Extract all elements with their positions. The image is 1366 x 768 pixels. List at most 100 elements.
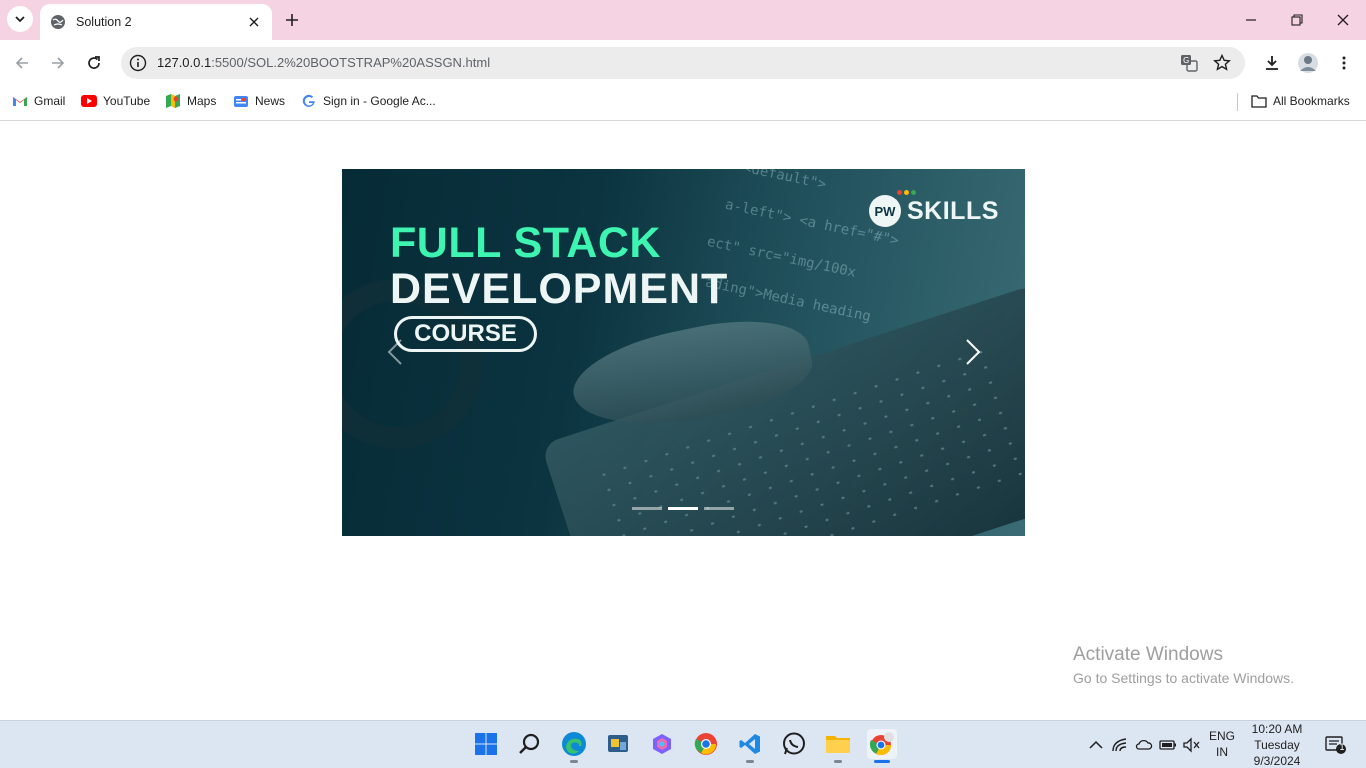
minimize-button[interactable] xyxy=(1241,10,1261,30)
close-icon xyxy=(1337,14,1349,26)
url-path: :5500/SOL.2%20BOOTSTRAP%20ASSGN.html xyxy=(211,55,491,70)
new-tab-button[interactable] xyxy=(282,10,302,30)
vscode-icon xyxy=(739,734,760,754)
url-host: 127.0.0.1 xyxy=(157,55,212,70)
download-icon xyxy=(1266,56,1278,70)
headline-line-1: FULL STACK xyxy=(390,219,661,267)
browser-toolbar: 127.0.0.1:5500/SOL.2%20BOOTSTRAP%20ASSGN… xyxy=(0,40,1366,85)
carousel-indicator-3[interactable] xyxy=(704,507,734,510)
tray-volume[interactable] xyxy=(1182,736,1200,754)
plus-icon xyxy=(286,14,298,26)
file-manager-icon xyxy=(608,735,628,752)
bookmark-label: News xyxy=(255,94,286,108)
menu-button[interactable] xyxy=(1331,50,1357,76)
clock-time: 10:20 AM xyxy=(1251,722,1303,736)
carousel-next-button[interactable] xyxy=(958,335,988,369)
translate-button[interactable]: G xyxy=(1179,53,1199,73)
folder-icon xyxy=(1251,93,1267,109)
notification-center-button[interactable]: 1 xyxy=(1325,735,1347,755)
tab-strip: Solution 2 xyxy=(0,0,1366,40)
site-info-icon[interactable] xyxy=(129,54,147,72)
bookmark-label: Maps xyxy=(187,94,217,108)
star-icon xyxy=(1213,54,1231,71)
reload-button[interactable] xyxy=(81,50,107,76)
course-carousel: <default"> a-left"> <a href="#"> ect" sr… xyxy=(342,169,1025,536)
restore-icon xyxy=(1291,14,1303,26)
bookmark-gmail[interactable]: Gmail xyxy=(12,92,65,110)
chrome-profile-icon xyxy=(869,732,894,756)
news-icon xyxy=(233,93,249,109)
notification-count: 1 xyxy=(1339,742,1345,752)
taskbar: ENG IN 10:20 AM Tuesday 9/3/2024 1 xyxy=(0,720,1366,768)
profile-button[interactable] xyxy=(1295,50,1321,76)
youtube-icon xyxy=(81,93,97,109)
bookmark-maps[interactable]: Maps xyxy=(165,92,216,110)
language-indicator[interactable]: ENG IN xyxy=(1206,728,1238,760)
chevron-down-icon xyxy=(15,16,25,23)
tray-battery[interactable] xyxy=(1159,736,1177,754)
taskbar-file-manager[interactable] xyxy=(603,729,633,759)
translate-icon: G xyxy=(1181,55,1198,72)
carousel-indicators xyxy=(632,507,734,510)
course-badge: COURSE xyxy=(394,316,537,352)
pw-skills-logo: PW SKILLS xyxy=(869,190,999,227)
brand-name: SKILLS xyxy=(907,196,999,225)
tray-overflow[interactable] xyxy=(1087,736,1105,754)
bookmark-label: YouTube xyxy=(103,94,151,108)
downloads-button[interactable] xyxy=(1259,50,1285,76)
bookmark-star-button[interactable] xyxy=(1212,53,1232,73)
carousel-indicator-1[interactable] xyxy=(632,507,662,510)
language-code: ENG xyxy=(1208,729,1235,743)
restore-button[interactable] xyxy=(1287,10,1307,30)
taskbar-chrome-profile[interactable] xyxy=(867,729,897,763)
taskbar-whatsapp[interactable] xyxy=(779,729,809,759)
wifi-icon xyxy=(1112,738,1127,752)
taskbar-copilot[interactable] xyxy=(647,729,677,759)
address-bar[interactable]: 127.0.0.1:5500/SOL.2%20BOOTSTRAP%20ASSGN… xyxy=(121,47,1245,79)
active-tab[interactable]: Solution 2 xyxy=(40,4,272,40)
taskbar-folder[interactable] xyxy=(823,729,853,763)
close-tab-icon[interactable] xyxy=(246,14,262,30)
taskbar-vscode[interactable] xyxy=(735,729,765,763)
taskbar-edge[interactable] xyxy=(559,729,589,763)
minimize-icon xyxy=(1246,19,1256,21)
all-bookmarks-button[interactable]: All Bookmarks xyxy=(1251,92,1350,110)
taskbar-start[interactable] xyxy=(471,729,501,759)
tray-onedrive[interactable] xyxy=(1135,736,1153,754)
whatsapp-icon xyxy=(783,732,805,755)
headline-line-2: DEVELOPMENT xyxy=(390,265,729,313)
carousel-prev-button[interactable] xyxy=(380,335,410,369)
taskbar-chrome[interactable] xyxy=(691,729,721,759)
tab-title: Solution 2 xyxy=(76,15,132,29)
cloud-sync-icon xyxy=(1135,739,1153,750)
bookmark-label: Gmail xyxy=(34,94,66,108)
url-text[interactable]: 127.0.0.1:5500/SOL.2%20BOOTSTRAP%20ASSGN… xyxy=(157,55,490,70)
more-vertical-icon xyxy=(1342,56,1346,70)
clock-day: Tuesday xyxy=(1254,738,1300,752)
maps-icon xyxy=(165,93,181,109)
forward-button[interactable] xyxy=(45,50,71,76)
arrow-left-icon xyxy=(15,57,28,69)
all-bookmarks-label: All Bookmarks xyxy=(1273,94,1350,108)
taskbar-search[interactable] xyxy=(515,729,545,759)
bookmark-youtube[interactable]: YouTube xyxy=(81,92,150,110)
svg-text:G: G xyxy=(1183,56,1189,65)
copilot-icon xyxy=(653,734,671,754)
pw-logo-mark: PW xyxy=(869,195,901,227)
search-icon xyxy=(519,733,540,754)
chevron-left-icon xyxy=(387,339,402,365)
back-button[interactable] xyxy=(9,50,35,76)
bookmark-news[interactable]: News xyxy=(233,92,285,110)
bookmark-google-signin[interactable]: Sign in - Google Ac... xyxy=(301,92,436,110)
svg-text:ect" src="img/100x: ect" src="img/100x xyxy=(706,234,858,281)
watermark-subtitle: Go to Settings to activate Windows. xyxy=(1073,670,1294,686)
svg-text:<default">: <default"> xyxy=(742,169,828,193)
tray-network[interactable] xyxy=(1112,736,1130,754)
region-code: IN xyxy=(1216,745,1228,759)
carousel-indicator-2[interactable] xyxy=(668,507,698,510)
chevron-up-icon xyxy=(1089,740,1103,749)
logo-dots-icon xyxy=(897,190,916,195)
tab-search-button[interactable] xyxy=(7,6,33,32)
close-window-button[interactable] xyxy=(1333,10,1353,30)
clock[interactable]: 10:20 AM Tuesday 9/3/2024 xyxy=(1244,721,1310,768)
